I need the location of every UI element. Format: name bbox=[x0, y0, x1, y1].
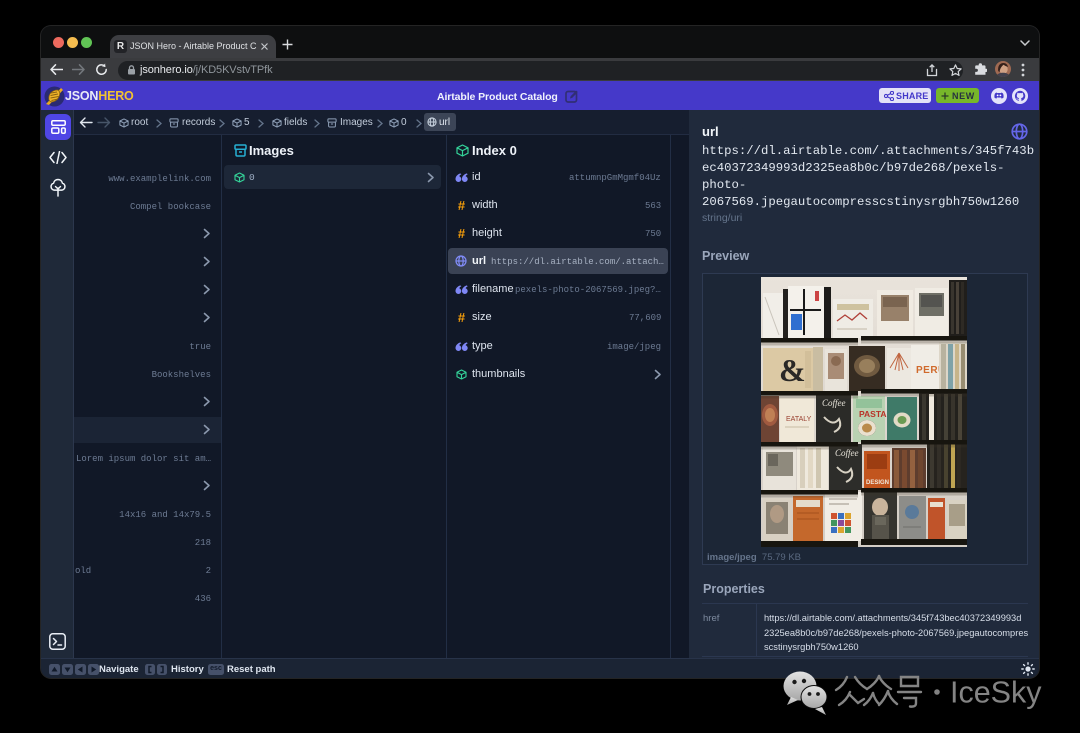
svg-text:&: & bbox=[779, 352, 806, 388]
svg-text:Coffee: Coffee bbox=[822, 398, 846, 408]
svg-text:DESIGN: DESIGN bbox=[866, 480, 889, 486]
svg-text:EATALY: EATALY bbox=[786, 416, 812, 423]
svg-text:IceSky: IceSky bbox=[950, 676, 1042, 710]
svg-text:PASTA: PASTA bbox=[859, 409, 887, 419]
